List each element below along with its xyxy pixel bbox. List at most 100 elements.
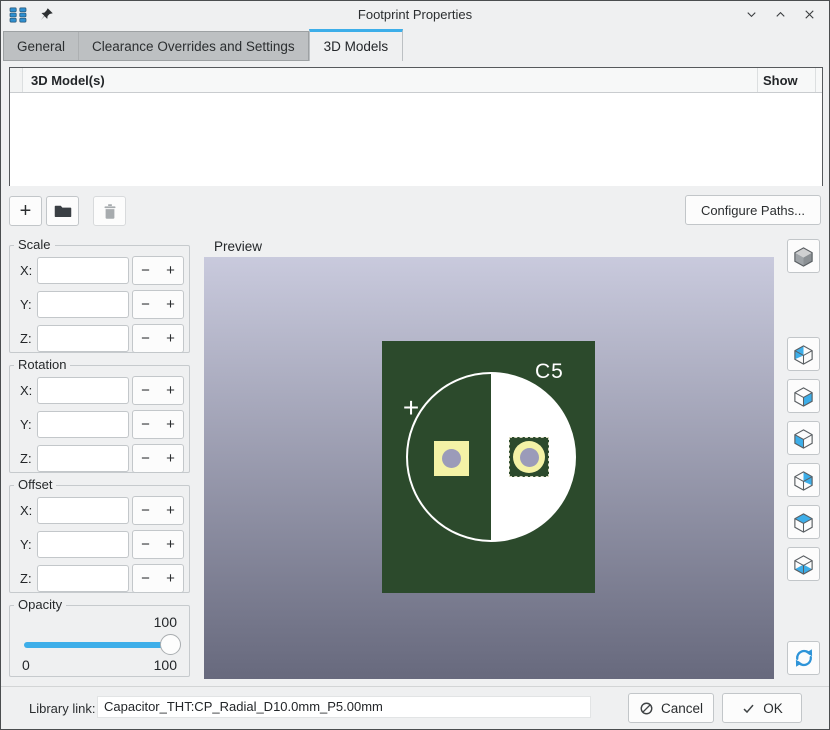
pin-icon[interactable]: [39, 7, 54, 22]
spin-decrement-button[interactable]: −: [133, 411, 158, 438]
model-table-body: [10, 93, 822, 186]
spin-increment-button[interactable]: +: [158, 445, 183, 472]
library-link-field[interactable]: Capacitor_THT:CP_Radial_D10.0mm_P5.00mm: [97, 696, 591, 718]
configure-paths-button[interactable]: Configure Paths...: [685, 195, 821, 225]
opacity-slider[interactable]: [24, 634, 177, 656]
ok-button[interactable]: OK: [722, 693, 802, 723]
reload-preview-button[interactable]: [787, 641, 820, 675]
delete-model-button[interactable]: [93, 196, 126, 226]
spin-increment-button[interactable]: +: [158, 291, 183, 318]
cube-face-bottom-icon: [792, 553, 815, 576]
spin-decrement-button[interactable]: −: [133, 257, 158, 284]
pad-1-hole: [442, 449, 461, 468]
opacity-slider-track[interactable]: [24, 642, 177, 648]
scale-z-input[interactable]: [37, 325, 129, 352]
offset-x-row: X: −+: [15, 496, 184, 525]
view-top-button[interactable]: [787, 505, 820, 539]
add-model-button[interactable]: +: [9, 196, 42, 226]
pad-2-hole: [520, 448, 539, 467]
view-bottom-button[interactable]: [787, 547, 820, 581]
titlebar: Footprint Properties: [1, 1, 829, 28]
minimize-button[interactable]: [741, 5, 761, 25]
opacity-min-label: 0: [22, 657, 30, 673]
view-isometric-button[interactable]: [787, 239, 820, 273]
rotation-x-input[interactable]: [37, 377, 129, 404]
spin-increment-button[interactable]: +: [158, 565, 183, 592]
row-indicator-column: [10, 68, 23, 92]
cube-face-front-icon: [792, 469, 815, 492]
chevron-down-icon: [744, 7, 759, 22]
check-icon: [741, 701, 756, 716]
model-table-header: 3D Model(s) Show: [10, 68, 822, 93]
footprint-board: C5 +: [382, 341, 595, 593]
scale-x-spinner: −+: [132, 256, 184, 285]
scale-z-label: Z:: [15, 331, 37, 346]
scale-y-label: Y:: [15, 297, 37, 312]
ok-label: OK: [763, 701, 783, 716]
spin-increment-button[interactable]: +: [158, 497, 183, 524]
tab-general[interactable]: General: [4, 32, 78, 60]
scale-y-row: Y: −+: [15, 290, 184, 319]
spin-decrement-button[interactable]: −: [133, 531, 158, 558]
spin-decrement-button[interactable]: −: [133, 445, 158, 472]
spin-increment-button[interactable]: +: [158, 377, 183, 404]
offset-z-input[interactable]: [37, 565, 129, 592]
rotation-group-title: Rotation: [14, 357, 70, 372]
rotation-y-input[interactable]: [37, 411, 129, 438]
footer-bar: Library link: Capacitor_THT:CP_Radial_D1…: [1, 686, 829, 729]
scale-y-input[interactable]: [37, 291, 129, 318]
spin-decrement-button[interactable]: −: [133, 377, 158, 404]
preview-label: Preview: [214, 239, 262, 254]
scale-x-input[interactable]: [37, 257, 129, 284]
opacity-slider-handle[interactable]: [160, 634, 181, 655]
pad-1-square: [434, 441, 469, 476]
close-button[interactable]: [799, 5, 819, 25]
spin-increment-button[interactable]: +: [158, 257, 183, 284]
spin-decrement-button[interactable]: −: [133, 497, 158, 524]
offset-y-label: Y:: [15, 537, 37, 552]
maximize-button[interactable]: [770, 5, 790, 25]
cube-gray-icon: [792, 245, 815, 268]
rotation-z-label: Z:: [15, 451, 37, 466]
rotation-z-input[interactable]: [37, 445, 129, 472]
scale-group: Scale X: −+ Y: −+ Z: −+: [9, 245, 190, 353]
tab-clearance-overrides[interactable]: Clearance Overrides and Settings: [78, 32, 308, 60]
window-title: Footprint Properties: [1, 7, 829, 22]
footprint-app-icon: [9, 7, 27, 23]
folder-icon: [54, 203, 72, 219]
spin-increment-button[interactable]: +: [158, 411, 183, 438]
view-back-button[interactable]: [787, 337, 820, 371]
cube-face-top-icon: [792, 511, 815, 534]
rotation-z-row: Z: −+: [15, 444, 184, 473]
rotation-y-row: Y: −+: [15, 410, 184, 439]
rotation-z-spinner: −+: [132, 444, 184, 473]
preview-3d-viewport[interactable]: C5 +: [204, 257, 774, 679]
cancel-button[interactable]: Cancel: [628, 693, 714, 723]
chevron-up-icon: [773, 7, 788, 22]
view-front-button[interactable]: [787, 463, 820, 497]
view-right-button[interactable]: [787, 379, 820, 413]
column-header-show: Show: [758, 68, 816, 92]
offset-z-row: Z: −+: [15, 564, 184, 593]
spin-increment-button[interactable]: +: [158, 325, 183, 352]
offset-z-spinner: −+: [132, 564, 184, 593]
cube-face-back-icon: [792, 343, 815, 366]
offset-x-input[interactable]: [37, 497, 129, 524]
tab-3d-models[interactable]: 3D Models: [309, 29, 404, 61]
offset-y-row: Y: −+: [15, 530, 184, 559]
spin-increment-button[interactable]: +: [158, 531, 183, 558]
browse-model-button[interactable]: [46, 196, 79, 226]
cancel-icon: [639, 701, 654, 716]
spin-decrement-button[interactable]: −: [133, 325, 158, 352]
refresh-icon: [792, 646, 816, 670]
rotation-group: Rotation X: −+ Y: −+ Z: −+: [9, 365, 190, 473]
offset-x-label: X:: [15, 503, 37, 518]
offset-y-input[interactable]: [37, 531, 129, 558]
view-left-button[interactable]: [787, 421, 820, 455]
opacity-minmax: 0 100: [10, 656, 189, 678]
tab-bar: General Clearance Overrides and Settings…: [3, 29, 403, 61]
inactive-tabs: General Clearance Overrides and Settings: [3, 31, 309, 61]
scale-x-row: X: −+: [15, 256, 184, 285]
spin-decrement-button[interactable]: −: [133, 565, 158, 592]
spin-decrement-button[interactable]: −: [133, 291, 158, 318]
